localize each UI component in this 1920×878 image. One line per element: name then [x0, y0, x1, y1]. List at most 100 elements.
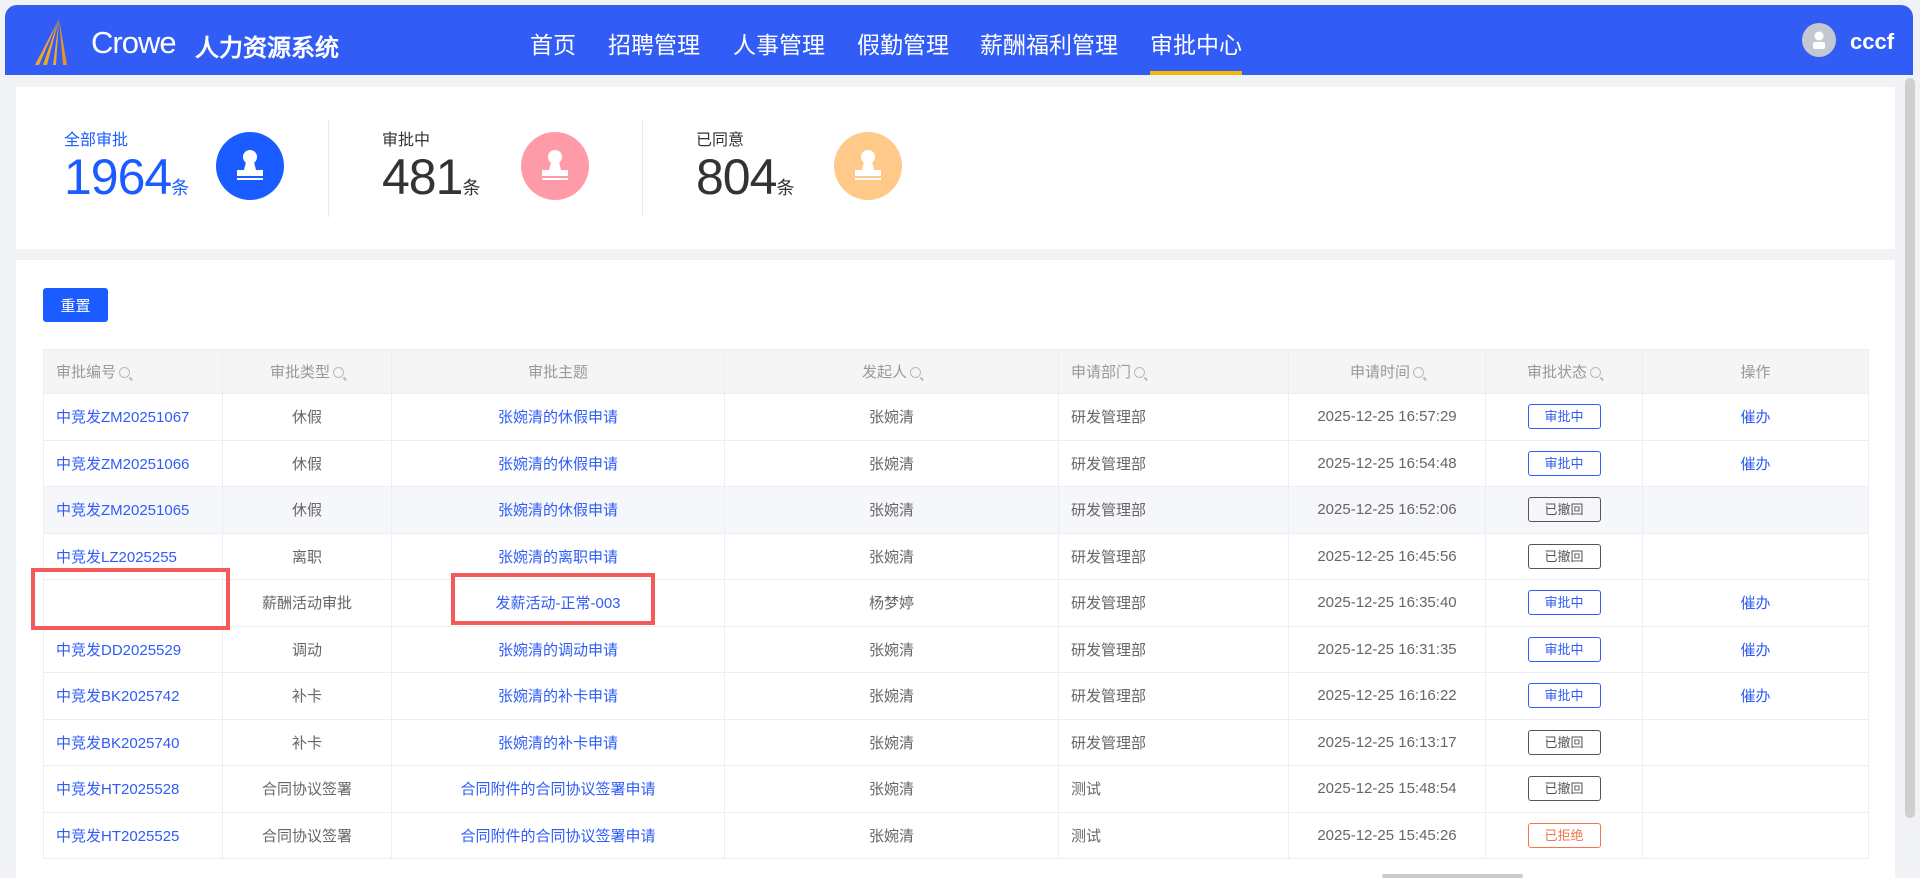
column-label: 申请部门 — [1071, 364, 1132, 381]
column-header: 审批编号 — [43, 349, 223, 394]
approval-id-link[interactable]: 中竞发LZ2025255 — [56, 549, 177, 566]
stamp-icon — [216, 132, 284, 200]
table-cell: 张婉清 — [724, 532, 1059, 580]
reset-button[interactable]: 重置 — [43, 288, 108, 322]
stat-unit: 条 — [171, 178, 190, 198]
table-row: 薪酬活动审批 发薪活动-正常-003 杨梦婷 研发管理部 2025-12-25 16:3… — [43, 579, 1869, 627]
approval-id-cell: 中竞发LZ2025255 — [43, 532, 223, 580]
subject-link[interactable]: 发薪活动-正常-003 — [495, 595, 620, 612]
subject-link[interactable]: 张婉清的补卡申请 — [498, 735, 618, 752]
table-row: 中竞发BK2025740 补卡 张婉清的补卡申请 张婉清 研发管理部 2025-12-25… — [43, 718, 1869, 766]
column-header: 申请部门 — [1058, 349, 1289, 394]
approval-id-link[interactable]: 中竞发ZM20251067 — [56, 409, 189, 426]
column-label: 审批编号 — [56, 364, 117, 381]
approval-id-link[interactable]: 中竞发BK2025742 — [56, 688, 179, 705]
table-cell: 研发管理部 — [1058, 532, 1289, 580]
search-icon[interactable] — [119, 367, 131, 378]
urge-button[interactable]: 催办 — [1740, 688, 1770, 705]
table-row: 中竞发ZM20251065 休假 张婉清的休假申请 张婉清 研发管理部 2025-12-2… — [43, 486, 1869, 534]
urge-button[interactable]: 催办 — [1740, 409, 1770, 426]
table-cell: 张婉清 — [724, 811, 1059, 859]
nav-attendance[interactable]: 假勤管理 — [857, 26, 949, 60]
table-cell: 张婉清 — [724, 625, 1059, 673]
approval-id-link[interactable]: 中竞发ZM20251066 — [56, 456, 189, 473]
approval-id-link[interactable]: 中竞发HT2025525 — [56, 828, 179, 845]
vertical-scrollbar[interactable] — [1905, 78, 1915, 818]
subject-link[interactable]: 合同附件的合同协议签署申请 — [460, 781, 655, 798]
action-cell — [1642, 718, 1869, 766]
subject-link[interactable]: 张婉清的休假申请 — [498, 409, 618, 426]
urge-button[interactable]: 催办 — [1740, 595, 1770, 612]
status-cell: 已撤回 — [1485, 765, 1643, 813]
status-cell: 审批中 — [1485, 439, 1643, 487]
subject-link[interactable]: 张婉清的调动申请 — [498, 642, 618, 659]
search-icon[interactable] — [333, 367, 344, 378]
table-cell: 研发管理部 — [1058, 672, 1289, 720]
horizontal-scrollbar[interactable] — [1382, 874, 1523, 878]
approval-id-link[interactable]: 中竞发HT2025528 — [56, 781, 179, 798]
column-header: 审批类型 — [222, 349, 392, 394]
status-badge: 已撤回 — [1527, 497, 1601, 523]
column-label: 审批状态 — [1526, 364, 1587, 381]
search-icon[interactable] — [1590, 367, 1601, 378]
search-icon[interactable] — [1134, 367, 1146, 378]
table-cell: 研发管理部 — [1058, 439, 1289, 487]
stat-label: 审批中 — [382, 132, 431, 149]
column-label: 操作 — [1740, 364, 1771, 381]
action-cell — [1642, 811, 1869, 859]
approval-id-link[interactable]: 中竞发DD2025529 — [56, 642, 181, 659]
table-cell: 测试 — [1058, 765, 1289, 813]
table-cell: 张婉清 — [724, 672, 1059, 720]
table-cell: 张婉清 — [724, 718, 1059, 766]
action-cell — [1642, 765, 1869, 813]
subject-link[interactable]: 张婉清的休假申请 — [498, 502, 618, 519]
status-cell: 审批中 — [1485, 672, 1643, 720]
subject-cell: 张婉清的休假申请 — [391, 486, 725, 534]
urge-button[interactable]: 催办 — [1740, 456, 1770, 473]
subject-cell: 张婉清的补卡申请 — [391, 718, 725, 766]
nav-home[interactable]: 首页 — [530, 26, 576, 60]
search-icon[interactable] — [910, 367, 921, 378]
nav-approval-center[interactable]: 审批中心 — [1150, 26, 1242, 75]
stat-divider — [328, 120, 329, 217]
brand-name: Crowe — [91, 25, 177, 60]
action-cell — [1642, 486, 1869, 534]
table-row: 中竞发HT2025525 合同协议签署 合同附件的合同协议签署申请 张婉清 测试 2025… — [43, 811, 1869, 859]
table-cell: 休假 — [222, 439, 392, 487]
approval-id-cell: 中竞发BK2025740 — [43, 718, 223, 766]
approval-id-link[interactable]: 中竞发BK2025740 — [56, 735, 179, 752]
urge-button[interactable]: 催办 — [1740, 642, 1770, 659]
status-badge: 审批中 — [1527, 450, 1601, 476]
crowe-logo-icon — [35, 19, 67, 65]
table-cell: 2025-12-25 16:35:40 — [1288, 579, 1486, 627]
username[interactable]: cccf — [1850, 29, 1894, 55]
nav-recruitment[interactable]: 招聘管理 — [608, 26, 700, 60]
nav-personnel[interactable]: 人事管理 — [733, 26, 825, 60]
top-nav-bar: Crowe 人力资源系统 首页 招聘管理 人事管理 假勤管理 薪酬福利管理 审批… — [5, 5, 1913, 75]
table-cell: 2025-12-25 15:45:26 — [1288, 811, 1486, 859]
nav-payroll[interactable]: 薪酬福利管理 — [980, 26, 1118, 60]
stat-unit: 条 — [776, 178, 795, 198]
avatar-icon[interactable] — [1802, 23, 1836, 57]
table-cell: 离职 — [222, 532, 392, 580]
table-cell: 休假 — [222, 393, 392, 441]
subject-cell: 张婉清的休假申请 — [391, 439, 725, 487]
table-cell: 2025-12-25 15:48:54 — [1288, 765, 1486, 813]
column-header: 审批主题 — [391, 349, 725, 394]
subject-link[interactable]: 合同附件的合同协议签署申请 — [460, 828, 655, 845]
status-badge: 已撤回 — [1527, 543, 1601, 569]
table-cell: 2025-12-25 16:57:29 — [1288, 393, 1486, 441]
search-icon[interactable] — [1413, 367, 1424, 378]
subject-link[interactable]: 张婉清的休假申请 — [498, 456, 618, 473]
table-cell: 张婉清 — [724, 765, 1059, 813]
column-label: 审批类型 — [269, 364, 330, 381]
approval-id-link[interactable]: 中竞发ZM20251065 — [56, 502, 189, 519]
status-badge: 审批中 — [1527, 404, 1601, 430]
subject-link[interactable]: 张婉清的补卡申请 — [498, 688, 618, 705]
table-row: 中竞发BK2025742 补卡 张婉清的补卡申请 张婉清 研发管理部 2025-12-25… — [43, 672, 1869, 720]
subject-link[interactable]: 张婉清的离职申请 — [498, 549, 618, 566]
status-badge: 审批中 — [1527, 636, 1601, 662]
table-cell: 杨梦婷 — [724, 579, 1059, 627]
action-cell: 催办 — [1642, 393, 1869, 441]
table-row: 中竞发DD2025529 调动 张婉清的调动申请 张婉清 研发管理部 2025-12-25… — [43, 625, 1869, 673]
